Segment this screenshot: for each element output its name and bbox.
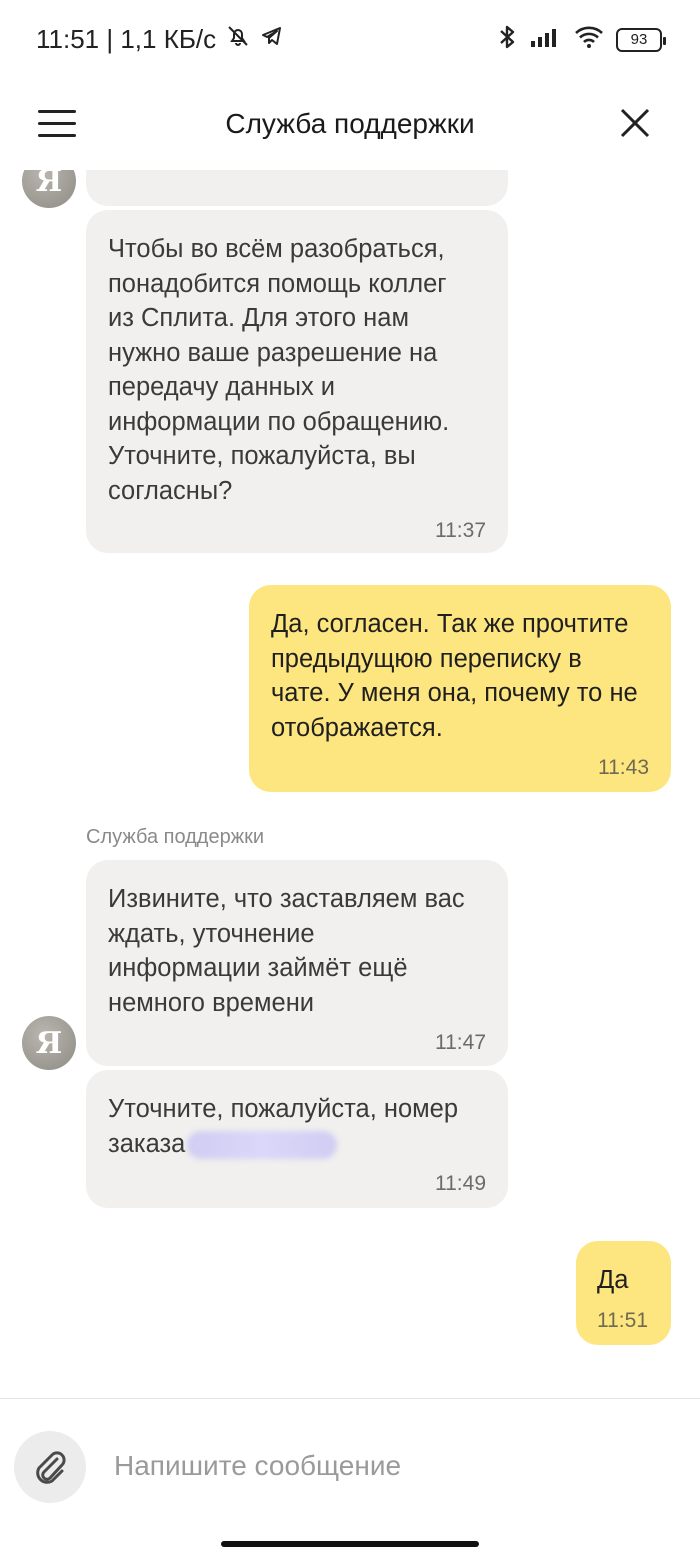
chat-messages[interactable]: Я Чтобы во всём разобраться, понадобится… — [0, 170, 700, 1398]
message-bubble-incoming: Чтобы во всём разобраться, понадобится п… — [86, 210, 508, 553]
chat-header: Служба поддержки — [0, 80, 700, 170]
message-text: Чтобы во всём разобраться, понадобится п… — [108, 235, 450, 505]
battery-icon: 93 — [616, 27, 666, 52]
message-time: 11:51 — [597, 1308, 648, 1332]
avatar-letter: Я — [35, 1025, 63, 1061]
message-bubble-incoming: Извините, что заставляем вас ждать, уточ… — [86, 860, 508, 1066]
battery-level: 93 — [630, 31, 648, 48]
message-bubble-partial — [86, 170, 508, 206]
paperclip-icon[interactable] — [14, 1431, 86, 1503]
message-time: 11:37 — [435, 519, 486, 542]
avatar: Я — [22, 170, 76, 208]
sender-name: Служба поддержки — [86, 826, 265, 848]
bluetooth-icon — [496, 24, 518, 55]
home-indicator[interactable] — [221, 1541, 479, 1547]
message-text: Уточните, пожалуйста, номер заказа — [108, 1092, 486, 1161]
message-bubble-outgoing: Да, согласен. Так же прочтите предыдущюю… — [249, 585, 671, 792]
message-time: 11:43 — [598, 756, 649, 779]
status-bar: 11:51 | 1,1 КБ/с 93 — [0, 0, 700, 80]
message-time: 11:47 — [435, 1031, 486, 1054]
page-title: Служба поддержки — [225, 108, 475, 139]
message-text-line: Уточните, пожалуйста, номер — [108, 1095, 459, 1123]
redacted-order-number — [187, 1130, 338, 1159]
message-composer — [0, 1398, 700, 1556]
status-time-speed: 11:51 | 1,1 КБ/с — [36, 24, 217, 54]
message-text: Извините, что заставляем вас ждать, уточ… — [108, 885, 465, 1017]
message-text-line: заказа — [108, 1129, 186, 1158]
telegram-icon — [260, 24, 284, 55]
message-text: Да, согласен. Так же прочтите предыдущюю… — [271, 610, 638, 742]
message-time: 11:49 — [435, 1172, 486, 1195]
avatar-letter: Я — [35, 170, 63, 199]
message-bubble-incoming: Уточните, пожалуйста, номер заказа 11:49 — [86, 1070, 508, 1208]
close-icon[interactable] — [620, 108, 650, 138]
message-bubble-outgoing: Да 11:51 — [576, 1241, 671, 1345]
status-bar-right: 93 — [496, 24, 666, 55]
status-bar-left: 11:51 | 1,1 КБ/с — [36, 24, 284, 55]
signal-icon — [530, 26, 562, 53]
message-text: Да — [597, 1266, 629, 1294]
message-input[interactable] — [100, 1437, 660, 1495]
mute-bell-icon — [226, 24, 250, 55]
avatar: Я — [22, 1016, 76, 1070]
wifi-icon — [574, 25, 604, 54]
